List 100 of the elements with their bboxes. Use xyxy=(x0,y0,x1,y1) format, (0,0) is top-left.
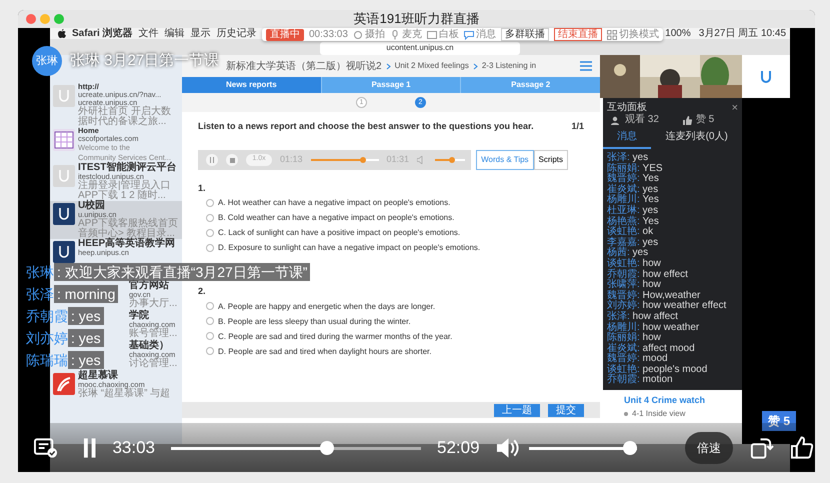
audio-track[interactable] xyxy=(435,156,466,162)
toolbar-label[interactable]: 消息 xyxy=(476,28,496,40)
breadcrumb-link[interactable]: 2-3 Listening in xyxy=(482,60,536,72)
site-description: 张琳 “超星慕课” 与超 xyxy=(78,389,170,399)
panel-tab[interactable]: 连麦列表(0人) xyxy=(651,127,742,149)
chat-message: 谈虹艳: ok xyxy=(607,227,654,238)
slider-thumb[interactable] xyxy=(449,156,456,162)
site-description: 讨论管理... xyxy=(129,359,178,369)
chat-message: 魏晋婷: How,weather xyxy=(607,290,702,301)
resource-tab[interactable]: Scripts xyxy=(534,150,568,170)
chat-message: 乔朝霞: motion xyxy=(607,375,673,386)
unit-link[interactable]: Unit 4 Crime watch xyxy=(624,394,742,408)
menu-icon[interactable] xyxy=(580,61,592,71)
answer-option[interactable]: D. People are sad and tired when daylight hours are shorter. xyxy=(218,344,432,358)
answer-option[interactable]: B. People are less sleepy than usual during the winter. xyxy=(218,314,411,328)
like-badge[interactable]: 赞 5 xyxy=(762,411,796,431)
question-number: 1. xyxy=(198,182,207,194)
close-button[interactable]: × xyxy=(732,102,738,112)
site-icon xyxy=(53,85,75,107)
menu-item[interactable]: 显示 xyxy=(190,28,211,39)
chat-message: 张泽: yes xyxy=(607,153,650,163)
slider-thumb[interactable] xyxy=(360,156,366,162)
toolbar-label[interactable]: 白板 xyxy=(438,28,459,40)
menu-item[interactable]: 文件 xyxy=(138,28,159,39)
comment-text: : yes xyxy=(68,351,104,369)
close-button[interactable] xyxy=(26,14,36,24)
site-description: 注册登录|管理员入口 xyxy=(78,181,172,191)
panel-tab[interactable]: 消息 xyxy=(603,127,652,149)
apple-icon[interactable] xyxy=(58,29,66,38)
chat-message: 杨茜: yes xyxy=(607,248,648,258)
site-icon xyxy=(53,203,75,225)
radio-button[interactable] xyxy=(206,347,214,355)
section-tab[interactable]: News reports xyxy=(182,77,321,93)
thumbs-up-icon[interactable] xyxy=(790,434,815,460)
chat-message: 陈丽娟: how xyxy=(607,333,662,344)
chat-message: 崔炎斌: yes xyxy=(607,184,660,195)
u-logo-icon[interactable] xyxy=(761,70,771,82)
toolbar-button[interactable]: 多群联播 xyxy=(500,28,549,41)
menu-item[interactable]: 编辑 xyxy=(164,28,185,39)
toolbar-button[interactable]: 结束直播 xyxy=(554,28,602,41)
grid-icon[interactable] xyxy=(606,30,617,40)
status-text: 100% xyxy=(665,28,691,39)
message-icon[interactable] xyxy=(464,30,474,40)
answer-option[interactable]: A. People are happy and energetic when the days are longer. xyxy=(218,298,436,314)
site-icon xyxy=(53,373,75,395)
site-title: U校园 xyxy=(78,201,106,211)
maximize-button[interactable] xyxy=(54,14,64,24)
site-description: APP下载 1 2 随时... xyxy=(78,191,167,201)
answer-option[interactable]: D. Exposure to sunlight can have a negative impact on people's emotions. xyxy=(218,240,480,255)
radio-button[interactable] xyxy=(206,332,214,340)
volume-track[interactable] xyxy=(528,440,637,454)
answer-option[interactable]: B. Cold weather can have a negative impact on people's emotions. xyxy=(218,210,454,225)
site-description: APP下载客服热线首页 xyxy=(78,219,178,229)
radio-button[interactable] xyxy=(206,214,214,222)
chat-message: 杨雕川: Yes xyxy=(607,195,660,206)
radio-button[interactable] xyxy=(206,317,214,325)
stop-button[interactable] xyxy=(226,154,238,166)
breadcrumb-link[interactable]: 新标准大学英语（第二版）视听说2 xyxy=(226,58,382,74)
action-button[interactable]: 上一题 xyxy=(494,404,540,416)
viewer-count: 观看 32 xyxy=(625,113,659,127)
pause-button[interactable] xyxy=(82,436,96,458)
chat-message: 杜亚琳: yes xyxy=(607,206,660,216)
subtitle-icon[interactable] xyxy=(34,436,59,460)
toolbar-label[interactable]: 麦克 xyxy=(402,28,422,40)
radio-button[interactable] xyxy=(206,244,214,252)
site-description: 据时代的备课之旅... xyxy=(78,117,168,127)
camera-icon[interactable] xyxy=(352,30,363,40)
microphone-icon[interactable] xyxy=(390,30,400,40)
radio-button[interactable] xyxy=(206,198,214,206)
audio-track[interactable] xyxy=(310,156,379,162)
menu-item[interactable]: Safari 浏览器 xyxy=(72,28,133,39)
whiteboard-icon[interactable] xyxy=(426,30,437,40)
radio-button[interactable] xyxy=(206,228,214,236)
chat-message: 杨艳燕: Yes xyxy=(607,216,660,227)
resource-tab[interactable]: Words & Tips xyxy=(476,150,534,170)
elapsed-time: 33:03 xyxy=(112,436,155,459)
breadcrumb-link[interactable]: Unit 2 Mixed feelings xyxy=(394,60,469,72)
answer-option[interactable]: A. Hot weather can have a negative impact on people's emotions. xyxy=(218,195,450,210)
site-description: 办事大厅... xyxy=(129,299,178,309)
lesson-link[interactable]: 4-1 Inside view xyxy=(632,408,686,420)
action-button[interactable]: 提交 xyxy=(548,404,584,416)
site-description: 外研社首页 开启大数 xyxy=(78,107,171,117)
toolbar-label[interactable]: 摄拍 xyxy=(364,28,385,40)
chat-message: 崔炎斌: affect mood xyxy=(607,344,696,354)
thumbs-up-icon xyxy=(682,116,692,124)
menu-item[interactable]: 历史记录 xyxy=(216,28,257,39)
site-icon xyxy=(53,241,75,263)
comment-text: : yes xyxy=(68,329,104,347)
answer-option[interactable]: C. People are sad and tired during the warmer months of the year. xyxy=(218,328,452,344)
viewers-icon xyxy=(611,116,621,124)
radio-button[interactable] xyxy=(206,302,214,310)
toolbar-label[interactable]: 切换模式 xyxy=(618,28,659,40)
minimize-button[interactable] xyxy=(40,14,50,24)
site-icon xyxy=(53,129,75,151)
answer-option[interactable]: C. Lack of sunlight can have a positive impact on people's emotions. xyxy=(218,225,460,240)
volume-icon[interactable] xyxy=(496,436,521,458)
site-title: 超星慕课 xyxy=(78,371,119,381)
chat-message: 李嘉嘉: yes xyxy=(607,238,660,248)
address-bar[interactable]: ucontent.unipus.cn xyxy=(320,42,520,55)
panel-title: 互动面板 xyxy=(607,102,647,113)
